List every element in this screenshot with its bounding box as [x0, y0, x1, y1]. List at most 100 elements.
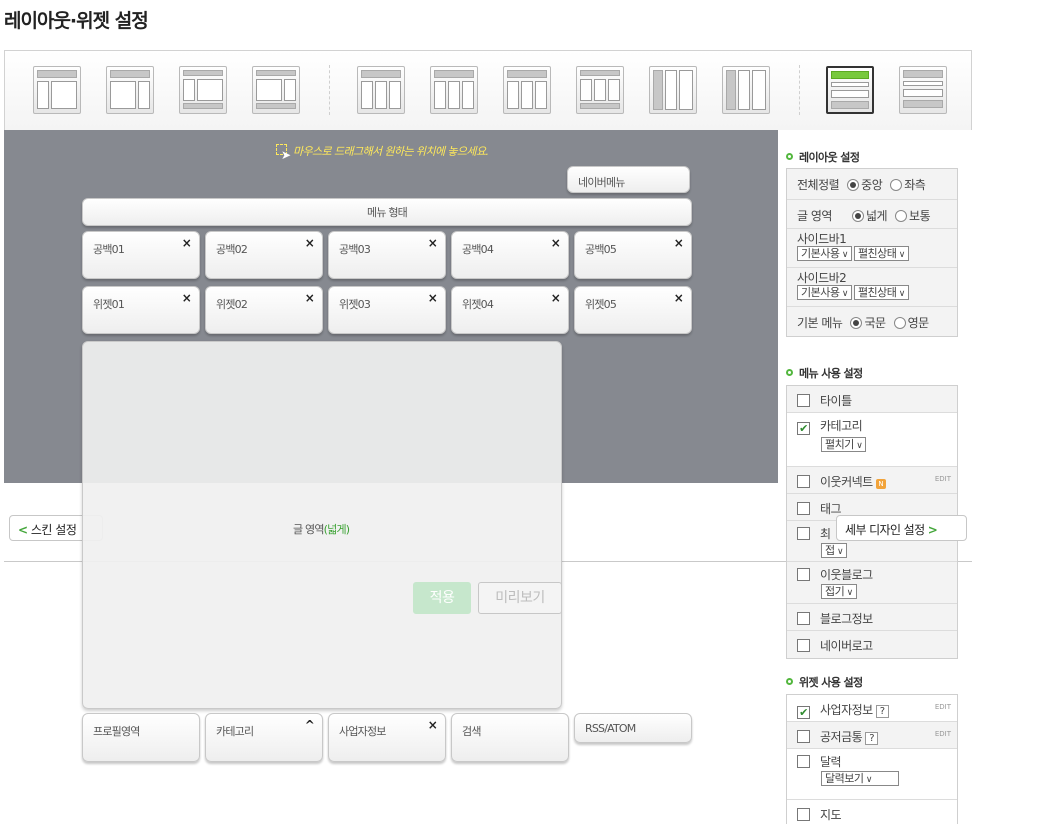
bullet-icon: [786, 678, 793, 685]
menu-item-neighbor-blog[interactable]: 이웃블로그 접기: [787, 562, 957, 604]
slot-label: 카테고리: [216, 725, 254, 738]
bottom-widget[interactable]: 검색: [451, 713, 569, 762]
sidebar1-state-select[interactable]: 펼친상태: [853, 246, 909, 261]
close-icon[interactable]: ×: [428, 718, 438, 732]
layout-option-10[interactable]: [722, 66, 770, 114]
layout-option-7[interactable]: [503, 66, 551, 114]
menu-item-title[interactable]: 타이틀: [787, 386, 957, 413]
divider: [799, 65, 800, 115]
checkbox[interactable]: [797, 568, 810, 581]
blank-slot[interactable]: 공백05 ×: [574, 231, 692, 279]
chevron-right-icon: >: [927, 523, 938, 537]
slot-label: 공백04: [462, 243, 494, 256]
close-icon[interactable]: ×: [674, 236, 684, 250]
close-icon[interactable]: ×: [551, 236, 561, 250]
menu-lang-row: 기본 메뉴 국문 영문: [797, 316, 929, 330]
close-icon[interactable]: ×: [305, 236, 315, 250]
help-icon[interactable]: ?: [875, 705, 889, 718]
blank-slot[interactable]: 공백04 ×: [451, 231, 569, 279]
radio-wide[interactable]: [851, 210, 864, 222]
widget-slot[interactable]: 위젯04 ×: [451, 286, 569, 334]
close-icon[interactable]: ×: [551, 291, 561, 305]
drag-hint: 마우스로 드래그해서 원하는 위치에 놓으세요.: [293, 145, 489, 158]
sidebar2-use-select[interactable]: 기본사용: [797, 285, 852, 300]
bottom-widget[interactable]: RSS/ATOM: [574, 713, 692, 743]
edit-link[interactable]: EDIT: [935, 730, 951, 738]
widget-slot[interactable]: 위젯01 ×: [82, 286, 200, 334]
menu-bar-widget[interactable]: 메뉴 형태: [82, 198, 692, 226]
bullet-icon: [786, 153, 793, 160]
menu-item-category[interactable]: ✔ 카테고리 펼치기: [787, 413, 957, 467]
radio-center[interactable]: [847, 179, 860, 191]
layout-option-5[interactable]: [357, 66, 405, 114]
layout-option-6[interactable]: [430, 66, 478, 114]
apply-button[interactable]: 적용: [413, 582, 471, 614]
naver-menu-label: 네이버메뉴: [578, 176, 625, 189]
help-icon[interactable]: ?: [865, 732, 879, 745]
recent-select[interactable]: 접: [821, 543, 848, 558]
radio-english[interactable]: [893, 317, 906, 329]
naver-menu-widget[interactable]: 네이버메뉴: [567, 166, 690, 193]
close-icon[interactable]: ×: [305, 291, 315, 305]
layout-option-3[interactable]: [179, 66, 227, 114]
checkbox[interactable]: [797, 808, 810, 821]
widget-item-business-info[interactable]: ✔ 사업자정보? EDIT: [787, 695, 957, 722]
preview-button[interactable]: 미리보기: [478, 582, 562, 614]
blank-slot[interactable]: 공백03 ×: [328, 231, 446, 279]
bottom-widget[interactable]: 사업자정보 ×: [328, 713, 446, 762]
close-icon[interactable]: ×: [428, 291, 438, 305]
checkbox[interactable]: [797, 730, 810, 743]
sidebar1-use-select[interactable]: 기본사용: [797, 246, 852, 261]
checkbox[interactable]: [797, 475, 810, 488]
layout-option-9[interactable]: [649, 66, 697, 114]
bottom-widget[interactable]: 카테고리 ^: [205, 713, 323, 762]
layout-option-8[interactable]: [576, 66, 624, 114]
page-title: 레이아웃·위젯 설정: [4, 10, 149, 32]
close-icon[interactable]: ×: [182, 236, 192, 250]
widget-item-calendar[interactable]: 달력 달력보기: [787, 749, 957, 800]
widget-slot[interactable]: 위젯03 ×: [328, 286, 446, 334]
bottom-widget[interactable]: 프로필영역: [82, 713, 200, 762]
main-area-label: 글 영역(넓게): [293, 523, 350, 536]
slot-label: 공백01: [93, 243, 125, 256]
chevron-up-icon[interactable]: ^: [305, 718, 315, 732]
close-icon[interactable]: ×: [428, 236, 438, 250]
close-icon[interactable]: ×: [674, 291, 684, 305]
sidebar2-row: 사이드바2기본사용펼친상태: [787, 268, 957, 307]
radio-korean[interactable]: [850, 317, 863, 329]
menu-item-blog-info[interactable]: 블로그정보: [787, 604, 957, 631]
blank-slot[interactable]: 공백01 ×: [82, 231, 200, 279]
blank-slot[interactable]: 공백02 ×: [205, 231, 323, 279]
checkbox-checked[interactable]: ✔: [797, 706, 810, 719]
checkbox-checked[interactable]: ✔: [797, 422, 810, 435]
category-select[interactable]: 펼치기: [821, 437, 867, 452]
checkbox[interactable]: [797, 755, 810, 768]
radio-left[interactable]: [890, 179, 903, 191]
checkbox[interactable]: [797, 502, 810, 515]
layout-option-12[interactable]: [899, 66, 947, 114]
checkbox[interactable]: [797, 639, 810, 652]
widget-slot[interactable]: 위젯02 ×: [205, 286, 323, 334]
menu-item-neighbor-connect[interactable]: 이웃커넥트 N EDIT: [787, 467, 957, 494]
checkbox[interactable]: [797, 394, 810, 407]
layout-option-2[interactable]: [106, 66, 154, 114]
slot-label: 위젯02: [216, 298, 248, 311]
layout-option-11-selected[interactable]: [826, 66, 874, 114]
edit-link[interactable]: EDIT: [935, 475, 951, 483]
neighbor-blog-select[interactable]: 접기: [821, 584, 857, 599]
widget-slot[interactable]: 위젯05 ×: [574, 286, 692, 334]
widget-item-piggy-bank[interactable]: 공저금통? EDIT: [787, 722, 957, 749]
forward-button[interactable]: 세부 디자인 설정 >: [836, 515, 967, 541]
divider: [329, 65, 330, 115]
checkbox[interactable]: [797, 527, 810, 540]
edit-link[interactable]: EDIT: [935, 703, 951, 711]
radio-normal[interactable]: [895, 210, 908, 222]
widget-item-map[interactable]: 지도: [787, 800, 957, 824]
layout-option-4[interactable]: [252, 66, 300, 114]
layout-option-1[interactable]: [33, 66, 81, 114]
sidebar2-state-select[interactable]: 펼친상태: [853, 285, 909, 300]
calendar-select[interactable]: 달력보기: [821, 771, 899, 786]
checkbox[interactable]: [797, 612, 810, 625]
menu-item-naver-logo[interactable]: 네이버로고: [787, 631, 957, 658]
close-icon[interactable]: ×: [182, 291, 192, 305]
